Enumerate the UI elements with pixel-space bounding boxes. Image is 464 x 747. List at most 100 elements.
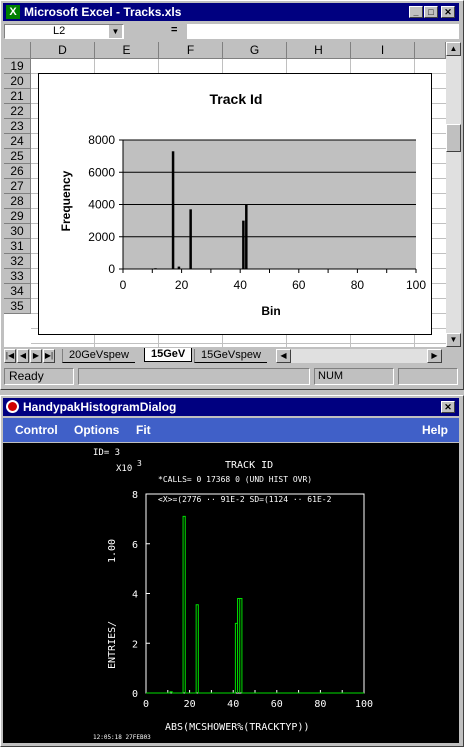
row-header[interactable]: 34 [4, 284, 31, 299]
y-tick-label: 6 [132, 540, 138, 551]
menu-fit[interactable]: Fit [136, 423, 151, 437]
column-header[interactable]: E [95, 42, 159, 59]
name-box-value: L2 [53, 25, 66, 37]
row-header[interactable]: 25 [4, 149, 31, 164]
tab-last-icon[interactable]: ▶| [43, 349, 55, 363]
y-tick-label: 4000 [88, 198, 115, 212]
formula-input[interactable] [187, 24, 459, 39]
excel-window-title: Microsoft Excel - Tracks.xls [24, 5, 182, 19]
scroll-up-button[interactable]: ▲ [446, 42, 461, 56]
row-header[interactable]: 20 [4, 74, 31, 89]
y-tick-label: 4 [132, 590, 138, 601]
handypak-window-title: HandypakHistogramDialog [23, 400, 177, 414]
column-header-partial[interactable] [415, 42, 446, 59]
tab-prev-icon[interactable]: ◀ [17, 349, 29, 363]
close-button[interactable]: ✕ [441, 6, 455, 18]
row-header[interactable]: 24 [4, 134, 31, 149]
x-tick-label: 40 [234, 278, 248, 292]
row-header[interactable]: 21 [4, 89, 31, 104]
menu-help[interactable]: Help [422, 423, 448, 437]
row-header[interactable]: 30 [4, 224, 31, 239]
row-headers: 19 20 21 22 23 24 25 26 27 28 29 30 31 3… [4, 59, 31, 314]
y-tick-label: 0 [132, 689, 138, 700]
y-tick-label: 2000 [88, 230, 115, 244]
scroll-down-button[interactable]: ▼ [446, 333, 461, 347]
menu-control[interactable]: Control [15, 423, 58, 437]
status-panel [78, 368, 310, 385]
horizontal-scrollbar-track[interactable] [291, 349, 427, 363]
histogram-line [146, 515, 364, 694]
column-header[interactable]: I [351, 42, 415, 59]
chart-bar [245, 204, 248, 269]
row-header[interactable]: 19 [4, 59, 31, 74]
row-header[interactable]: 26 [4, 164, 31, 179]
row-header[interactable]: 23 [4, 119, 31, 134]
tab-first-icon[interactable]: |◀ [4, 349, 16, 363]
histogram-frame [145, 493, 365, 694]
vertical-scrollbar[interactable]: ▲ ▼ [446, 42, 461, 347]
sheet-tab[interactable]: 15GeVspew [194, 349, 267, 363]
chart-bar [242, 220, 245, 269]
chart-bar [154, 268, 157, 269]
menu-options[interactable]: Options [74, 423, 119, 437]
dialog-close-button[interactable]: ✕ [441, 401, 455, 413]
embedded-chart[interactable]: Track Id Frequency Bin 8000 6000 4000 2000 0… [38, 73, 432, 335]
select-all-corner[interactable] [4, 42, 31, 59]
row-header[interactable]: 29 [4, 209, 31, 224]
x-tick-label: 20 [175, 278, 189, 292]
y-tick-label: 8 [132, 490, 138, 501]
worksheet-grid[interactable]: D E F G H I 19 20 21 22 23 24 25 26 27 2… [4, 42, 446, 347]
column-header[interactable]: H [287, 42, 351, 59]
x-tick-label: 80 [351, 278, 365, 292]
handypak-window: HandypakHistogramDialog ✕ Control Option… [0, 395, 464, 747]
row-header[interactable]: 35 [4, 299, 31, 314]
name-box[interactable]: L2 ▼ [4, 24, 124, 39]
column-header[interactable]: G [223, 42, 287, 59]
row-header[interactable]: 28 [4, 194, 31, 209]
excel-title-bar[interactable]: X Microsoft Excel - Tracks.xls _ □ ✕ [3, 3, 459, 21]
formula-equals-button[interactable]: = [171, 24, 177, 36]
handypak-app-icon [6, 400, 19, 413]
x-tick-label: 100 [355, 699, 373, 710]
chart-bar [171, 151, 175, 269]
status-bar: Ready NUM [4, 367, 461, 386]
minimize-button[interactable]: _ [409, 6, 423, 18]
sheet-tab-bar: |◀ ◀ ▶ ▶| 20GeVspew 15GeV 15GeVspew ◀ ▶ [4, 348, 461, 364]
scroll-thumb[interactable] [446, 124, 461, 152]
status-ready-text: Ready [9, 369, 44, 383]
row-header[interactable]: 31 [4, 239, 31, 254]
handypak-title-bar[interactable]: HandypakHistogramDialog ✕ [3, 398, 459, 416]
excel-app-icon: X [6, 5, 20, 19]
histogram-plot-svg: 864200 20 40 60 80 100 [132, 490, 373, 710]
hscroll-right-button[interactable]: ▶ [427, 349, 442, 363]
chart-bar [177, 266, 181, 269]
dialog-menu-bar: Control Options Fit Help [3, 418, 459, 442]
y-tick-label: 8000 [88, 133, 115, 147]
tab-next-icon[interactable]: ▶ [30, 349, 42, 363]
status-panel: NUM [314, 368, 394, 385]
excel-window: X Microsoft Excel - Tracks.xls _ □ ✕ L2 … [0, 0, 464, 390]
x-tick-label: 0 [120, 278, 127, 292]
row-header[interactable]: 32 [4, 254, 31, 269]
x-tick-label: 60 [292, 278, 306, 292]
chart-bar [189, 209, 192, 269]
row-header[interactable]: 22 [4, 104, 31, 119]
column-headers: D E F G H I [31, 42, 446, 59]
x-tick-label: 20 [184, 699, 196, 710]
sheet-tab-active[interactable]: 15GeV [144, 348, 193, 362]
y-tick-label: 2 [132, 639, 138, 650]
status-ready: Ready [4, 368, 74, 385]
row-header[interactable]: 33 [4, 269, 31, 284]
histogram-canvas[interactable]: ID= 3 X10 3 TRACK ID *CALLS= 0 17368 0 (… [3, 443, 459, 743]
y-tick-label: 6000 [88, 165, 115, 179]
maximize-button[interactable]: □ [424, 6, 438, 18]
sheet-tab[interactable]: 20GeVspew [62, 349, 135, 363]
column-header[interactable]: D [31, 42, 95, 59]
name-box-dropdown-icon[interactable]: ▼ [109, 25, 122, 38]
x-tick-label: 80 [314, 699, 326, 710]
column-header[interactable]: F [159, 42, 223, 59]
hscroll-left-button[interactable]: ◀ [276, 349, 291, 363]
row-header[interactable]: 27 [4, 179, 31, 194]
x-tick-label: 40 [227, 699, 239, 710]
status-panel [398, 368, 458, 385]
